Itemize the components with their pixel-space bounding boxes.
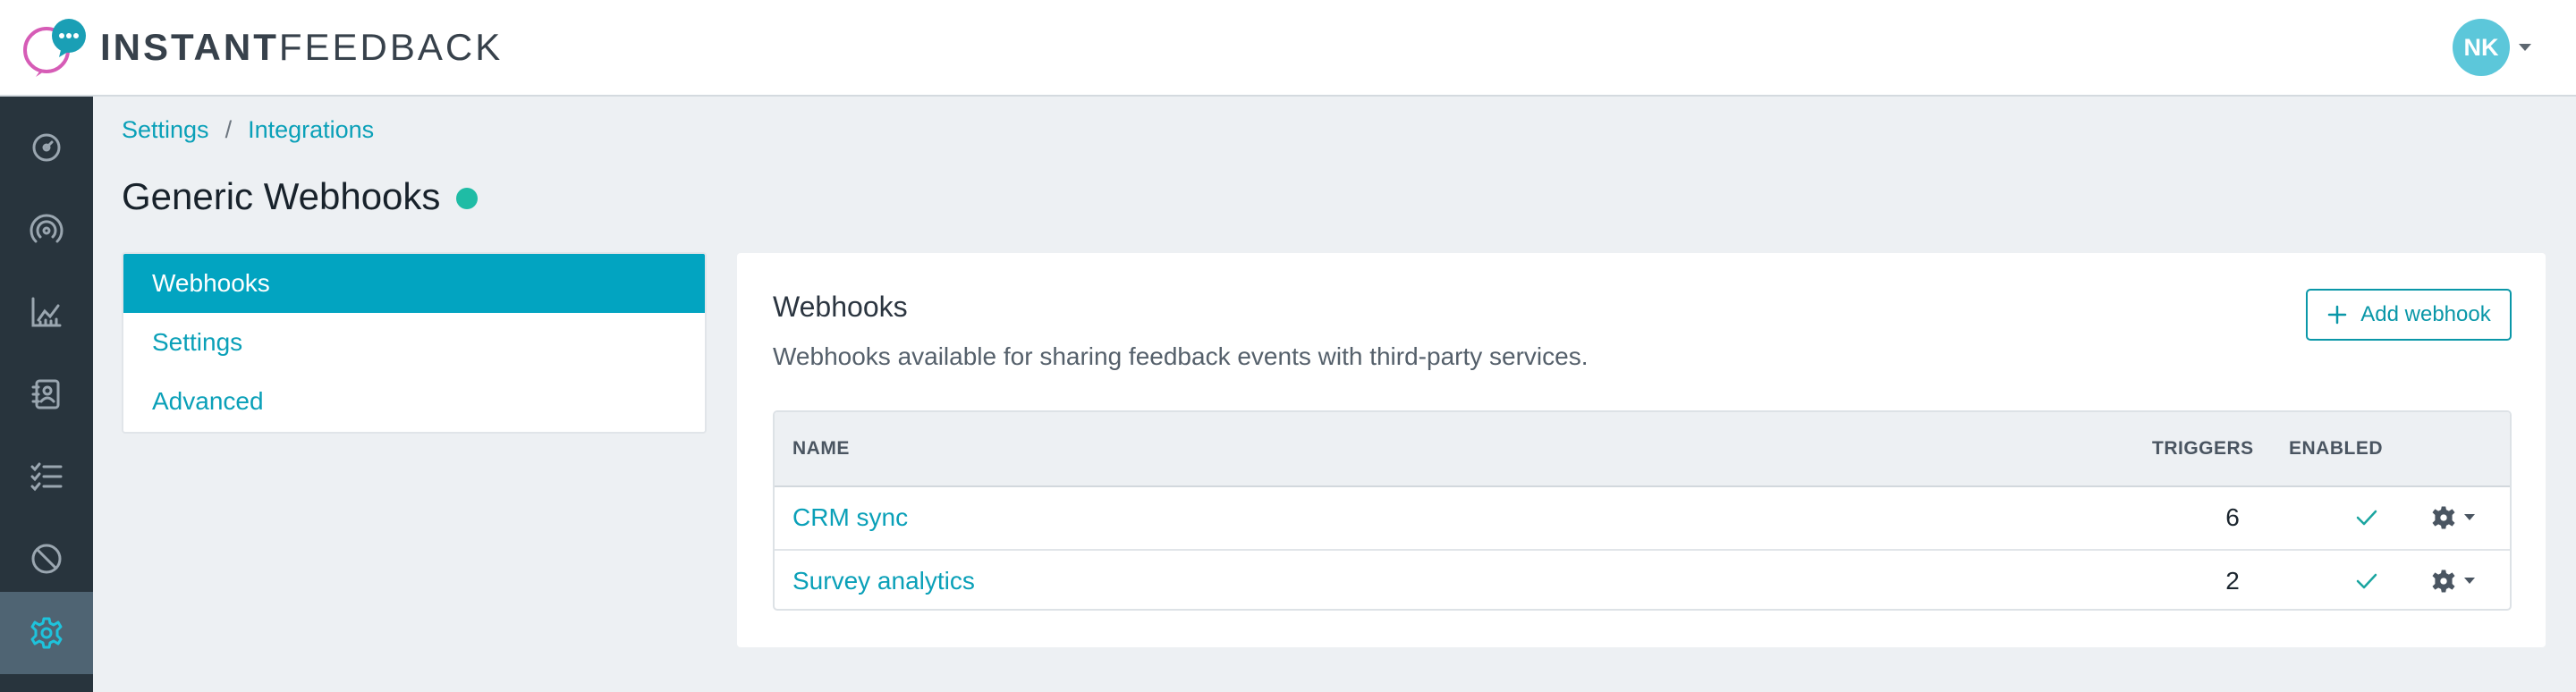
sidebar-item-dashboard[interactable] [0,106,93,189]
chat-bubble-logo-icon [23,19,86,77]
chevron-down-icon [2464,514,2475,520]
subnav-item-settings[interactable]: Settings [123,313,705,372]
chevron-down-icon [2464,578,2475,584]
sidebar-item-broadcast[interactable] [0,189,93,271]
settings-gear-icon [30,617,63,649]
enabled-check-icon [2331,551,2402,609]
enabled-check-icon [2331,487,2402,547]
brand-wordmark: INSTANTFEEDBACK [100,26,504,68]
column-header-enabled: ENABLED [2289,438,2384,459]
gear-icon [2432,569,2455,593]
sidebar-item-contacts[interactable] [0,353,93,435]
page-header: Generic Webhooks [122,175,479,218]
triggers-count: 2 [2225,566,2240,595]
blocked-icon [31,544,62,574]
row-actions-menu[interactable] [2431,487,2488,547]
table-row: CRM sync 6 [775,487,2510,549]
column-header-triggers: TRIGGERS [2152,438,2254,459]
breadcrumb-separator: / [225,116,233,143]
brand-logo[interactable]: INSTANTFEEDBACK [20,18,503,77]
column-header-name: NAME [792,438,850,459]
subnav-item-advanced[interactable]: Advanced [123,372,705,431]
sidebar-item-blocked[interactable] [0,518,93,600]
add-webhook-button[interactable]: Add webhook [2306,289,2512,341]
contacts-book-icon [31,379,60,409]
webhooks-card: Webhooks Webhooks available for sharing … [737,253,2546,647]
subnav-item-webhooks[interactable]: Webhooks [123,254,705,313]
top-header: INSTANTFEEDBACK NK [0,0,2576,97]
user-menu[interactable]: NK [2453,19,2531,76]
analytics-chart-icon [31,297,62,327]
triggers-count: 6 [2225,502,2240,531]
plus-icon [2326,304,2348,325]
add-webhook-label: Add webhook [2360,302,2491,326]
sidebar-item-settings[interactable] [0,592,93,674]
sidebar-item-analytics[interactable] [0,271,93,353]
card-description: Webhooks available for sharing feedback … [773,342,1589,370]
card-title: Webhooks [773,291,908,323]
status-indicator-dot [456,188,479,209]
webhook-name-cell: CRM sync [792,487,908,547]
table-row: Survey analytics 2 [775,549,2510,609]
sidebar-item-checklist[interactable] [0,435,93,518]
sidebar-rail [0,97,93,692]
webhook-name-link[interactable]: CRM sync [792,503,908,532]
webhooks-table: NAME TRIGGERS ENABLED CRM sync 6 Survey … [773,410,2512,611]
breadcrumb-link-settings[interactable]: Settings [122,116,209,144]
gear-icon [2432,505,2455,529]
integration-subnav: Webhooks Settings Advanced [122,252,707,434]
dashboard-gauge-icon [32,133,61,162]
table-header: NAME TRIGGERS ENABLED [775,412,2510,487]
broadcast-icon [30,214,64,243]
avatar[interactable]: NK [2453,19,2510,76]
page-title: Generic Webhooks [122,175,441,217]
row-actions-menu[interactable] [2431,551,2488,609]
webhook-name-cell: Survey analytics [792,551,975,609]
breadcrumb-link-integrations[interactable]: Integrations [248,116,374,144]
checklist-icon [30,462,63,492]
breadcrumb: Settings / Integrations [122,116,374,144]
chevron-down-icon [2519,44,2531,51]
webhook-name-link[interactable]: Survey analytics [792,567,975,595]
